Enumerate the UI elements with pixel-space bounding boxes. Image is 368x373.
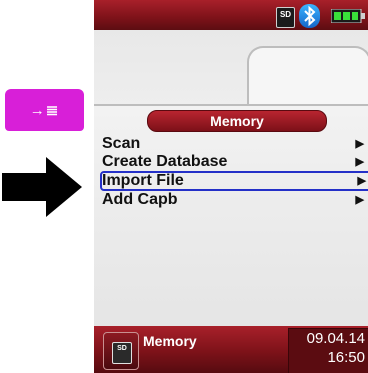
datetime-display: 09.04.14 16:50 xyxy=(288,328,368,373)
sd-card-icon: SD xyxy=(112,342,132,364)
chevron-right-icon: ▶ xyxy=(355,156,364,168)
menu-title: Memory xyxy=(147,110,327,132)
function-key-button[interactable]: →≣ xyxy=(5,89,84,131)
menu-item-add-capb[interactable]: Add Capb ▶ xyxy=(102,191,368,209)
arrow-list-icon: →≣ xyxy=(29,102,60,119)
device-screen: SD Memory Scan ▶ Create Database ▶ Impor… xyxy=(94,0,368,373)
menu-item-label: Import File xyxy=(102,172,184,189)
menu-item-label: Create Database xyxy=(102,153,228,170)
footer-title: Memory xyxy=(143,333,197,349)
status-bar: SD xyxy=(94,0,368,30)
menu-item-import-file[interactable]: Import File ▶ xyxy=(100,171,368,191)
menu-item-label: Add Capb xyxy=(102,191,178,208)
pointer-arrow-icon xyxy=(2,157,82,217)
bluetooth-icon xyxy=(299,4,320,28)
chevron-right-icon: ▶ xyxy=(355,138,364,150)
time-text: 16:50 xyxy=(327,349,365,366)
chevron-right-icon: ▶ xyxy=(355,194,364,206)
footer-bar: SD Memory 09.04.14 16:50 xyxy=(94,326,368,373)
chevron-right-icon: ▶ xyxy=(357,175,366,187)
battery-icon xyxy=(331,9,365,23)
sd-card-icon: SD xyxy=(276,7,295,28)
menu-item-scan[interactable]: Scan ▶ xyxy=(102,135,368,153)
menu-item-label: Scan xyxy=(102,135,141,152)
panel-tab xyxy=(247,46,368,106)
memory-icon: SD xyxy=(103,332,139,370)
date-text: 09.04.14 xyxy=(306,330,365,347)
menu-item-create-database[interactable]: Create Database ▶ xyxy=(102,153,368,171)
